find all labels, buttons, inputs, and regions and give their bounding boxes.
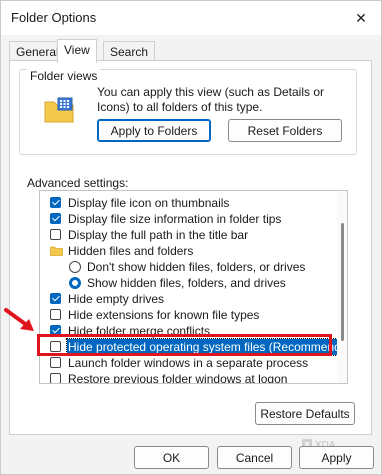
title-bar: Folder Options ✕ — [1, 1, 381, 35]
radio-button[interactable] — [69, 277, 81, 289]
list-item-label: Show hidden files, folders, and drives — [87, 276, 286, 290]
reset-folders-button[interactable]: Reset Folders — [228, 119, 342, 142]
tab-view[interactable]: View — [57, 39, 97, 63]
folder-options-window: Folder Options ✕ General View Search Fol… — [0, 0, 382, 475]
cancel-button[interactable]: Cancel — [217, 446, 292, 469]
checkbox[interactable] — [50, 357, 61, 368]
list-item-label: Display the full path in the title bar — [68, 228, 249, 242]
folder-views-icon — [44, 97, 74, 123]
advanced-settings-label: Advanced settings: — [27, 176, 129, 190]
list-item-label: Display file icon on thumbnails — [68, 196, 230, 210]
checkbox[interactable] — [50, 229, 61, 240]
radio-button[interactable] — [69, 261, 81, 273]
list-item-label: Hide extensions for known file types — [68, 308, 260, 322]
folder-views-title: Folder views — [27, 69, 101, 83]
folder-icon — [50, 246, 63, 256]
annotation-highlight-box — [37, 334, 332, 356]
annotation-arrow-icon — [4, 308, 34, 331]
list-item-label: Launch folder windows in a separate proc… — [68, 356, 309, 370]
restore-defaults-button[interactable]: Restore Defaults — [255, 402, 355, 425]
list-item-label: Don't show hidden files, folders, or dri… — [87, 260, 306, 274]
checkbox[interactable] — [50, 213, 61, 224]
list-item-label: Restore previous folder windows at logon — [68, 372, 288, 384]
list-item-label: Hide empty drives — [68, 292, 165, 306]
folder-views-description: You can apply this view (such as Details… — [97, 85, 325, 114]
checkbox[interactable] — [50, 197, 61, 208]
ok-button[interactable]: OK — [134, 446, 209, 469]
window-title: Folder Options — [11, 10, 97, 25]
apply-to-folders-button[interactable]: Apply to Folders — [97, 119, 211, 142]
close-icon[interactable]: ✕ — [349, 7, 373, 29]
checkbox[interactable] — [50, 293, 61, 304]
list-item-label: Display file size information in folder … — [68, 212, 282, 226]
checkbox[interactable] — [50, 309, 61, 320]
scrollbar[interactable] — [337, 191, 347, 383]
checkbox[interactable] — [50, 373, 61, 383]
list-item-label: Hidden files and folders — [68, 244, 194, 258]
scrollbar-thumb[interactable] — [341, 223, 344, 341]
tab-search[interactable]: Search — [103, 41, 156, 62]
apply-button[interactable]: Apply — [299, 446, 374, 469]
